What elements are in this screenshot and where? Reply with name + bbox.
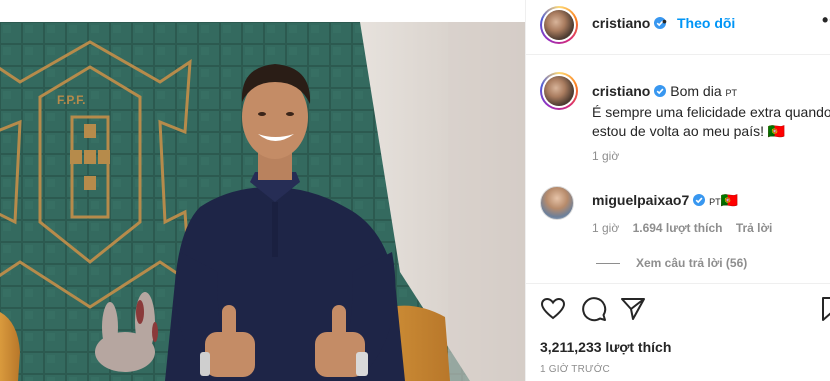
reply-button[interactable]: Trả lời (736, 221, 773, 235)
caption-username[interactable]: cristiano (592, 83, 650, 99)
bookmark-icon[interactable] (818, 296, 830, 322)
author-username: cristiano (592, 15, 651, 31)
author-avatar[interactable] (540, 6, 578, 44)
author-username-link[interactable]: cristiano (592, 15, 667, 31)
comment-time: 1 giờ (592, 221, 620, 235)
post-actions: 3,211,233 lượt thích 1 GIỜ TRƯỚC (526, 283, 830, 381)
crest-text: F.P.F. (57, 93, 85, 107)
view-replies-button[interactable]: Xem câu trả lời (56) (596, 256, 747, 270)
heart-icon[interactable] (540, 296, 566, 322)
post-timestamp[interactable]: 1 GIỜ TRƯỚC (540, 364, 610, 375)
caption-time: 1 giờ (592, 149, 620, 163)
replies-divider (596, 263, 620, 265)
instagram-post: F.P.F. cristiano • Theo dõi • cristiano … (0, 0, 830, 381)
caption-greeting: Bom dia (670, 83, 722, 99)
paper-plane-icon[interactable] (620, 296, 646, 322)
comment-text: miguelpaixao7 PT🇵🇹 (592, 192, 738, 209)
view-replies-label: Xem câu trả lời (56) (636, 256, 748, 270)
post-header: cristiano • Theo dõi ••• (526, 0, 830, 55)
photo-illustration: F.P.F. (0, 22, 525, 381)
post-side-panel: cristiano • Theo dõi ••• cristiano Bom d… (525, 0, 830, 381)
comment-body: 🇵🇹 (720, 192, 739, 208)
caption-lang-tag: PT (725, 88, 738, 98)
more-options-icon[interactable]: ••• (822, 10, 830, 31)
commenter-username[interactable]: miguelpaixao7 (592, 192, 689, 208)
separator-dot: • (662, 13, 667, 29)
caption-line-2: estou de volta ao meu país! 🇵🇹 (592, 123, 786, 139)
comment-likes[interactable]: 1.694 lượt thích (633, 221, 723, 235)
comment-meta: 1 giờ 1.694 lượt thích Trả lời (592, 221, 782, 235)
comment-bubble-icon[interactable] (581, 296, 607, 322)
commenter-avatar[interactable] (540, 186, 574, 220)
follow-button[interactable]: Theo dõi (677, 15, 735, 31)
post-photo[interactable]: F.P.F. (0, 22, 525, 381)
comment-lang-tag: PT (709, 197, 721, 207)
post-likes-count[interactable]: 3,211,233 lượt thích (540, 339, 671, 355)
verified-badge-icon (654, 85, 667, 97)
caption-line-1: É sempre uma felicidade extra quando (592, 104, 830, 120)
caption-text: cristiano Bom dia PT É sempre uma felici… (592, 82, 830, 141)
verified-badge-icon (693, 194, 706, 206)
caption-avatar[interactable] (540, 72, 578, 110)
